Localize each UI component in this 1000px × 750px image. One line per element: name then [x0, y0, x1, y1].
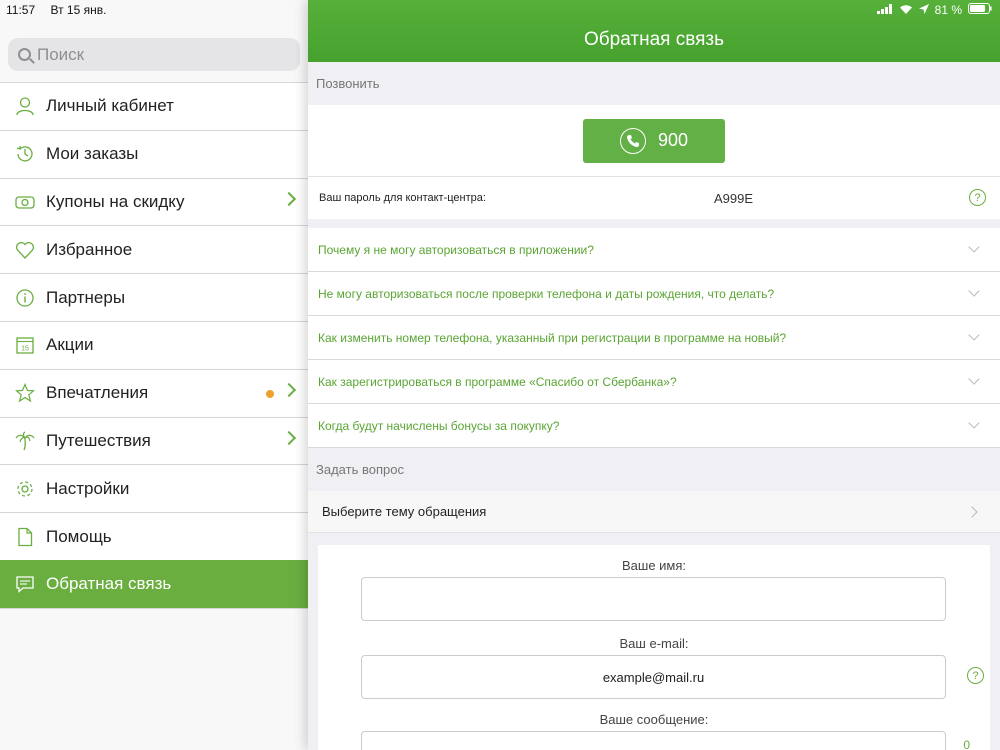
sidebar-item-label: Путешествия — [46, 430, 151, 450]
sidebar-item-label: Обратная связь — [46, 574, 172, 594]
battery-icon — [968, 3, 992, 17]
sidebar-item-travel[interactable]: Путешествия — [0, 416, 308, 465]
message-label: Ваше сообщение: — [599, 712, 709, 727]
chevron-right-icon — [281, 382, 297, 397]
faq-item[interactable]: Как зарегистрироваться в программе «Спас… — [308, 360, 1000, 404]
sidebar-item-promotions[interactable]: 15 Акции — [0, 320, 308, 369]
calendar-icon: 15 — [14, 334, 36, 356]
sidebar-item-personal-account[interactable]: Личный кабинет — [0, 82, 308, 130]
faq-question: Как зарегистрироваться в программе «Спас… — [318, 374, 677, 389]
faq-question: Как изменить номер телефона, указанный п… — [318, 330, 787, 345]
name-label: Ваше имя: — [621, 558, 687, 573]
sidebar-item-label: Купоны на скидку — [46, 191, 185, 211]
sidebar-item-label: Партнеры — [46, 287, 126, 307]
email-label: Ваш e-mail: — [619, 636, 689, 651]
user-icon — [14, 95, 36, 117]
faq-item[interactable]: Не могу авторизоваться после проверки те… — [308, 272, 1000, 316]
sidebar-item-feedback[interactable]: Обратная связь — [0, 559, 308, 608]
sidebar-item-favorites[interactable]: Избранное — [0, 225, 308, 274]
ask-section-label: Задать вопрос — [316, 462, 404, 477]
sidebar: Личный кабинет Мои заказы Купоны на скид… — [0, 0, 308, 750]
chevron-down-icon — [968, 373, 980, 385]
chevron-right-icon — [281, 191, 297, 206]
sidebar-item-label: Впечатления — [46, 383, 149, 403]
phone-icon — [619, 127, 646, 154]
faq-item[interactable]: Как изменить номер телефона, указанный п… — [308, 316, 1000, 360]
info-icon — [14, 287, 36, 309]
gear-icon — [14, 478, 36, 500]
search-bar[interactable] — [8, 38, 300, 71]
sidebar-item-impressions[interactable]: Впечатления — [0, 368, 308, 417]
password-label: Ваш пароль для контакт-центра: — [319, 192, 486, 204]
chevron-down-icon — [968, 329, 980, 341]
message-counter: 0 — [963, 738, 970, 750]
call-button[interactable]: 900 — [583, 118, 725, 163]
faq-question: Когда будут начислены бонусы за покупку? — [318, 418, 560, 433]
palm-icon — [14, 430, 36, 452]
sidebar-item-label: Избранное — [46, 239, 133, 259]
call-box: 900 — [308, 105, 1000, 177]
signal-icon — [876, 3, 893, 17]
star-icon — [14, 382, 36, 404]
password-row: Ваш пароль для контакт-центра: A999E ? — [308, 177, 1000, 219]
message-field[interactable] — [361, 731, 946, 750]
sidebar-item-partners[interactable]: Партнеры — [0, 273, 308, 321]
sidebar-item-label: Личный кабинет — [46, 96, 174, 116]
help-icon[interactable]: ? — [969, 189, 986, 206]
sidebar-item-help[interactable]: Помощь — [0, 512, 308, 560]
chevron-down-icon — [968, 241, 980, 253]
topic-select[interactable]: Выберите тему обращения — [308, 491, 1000, 533]
status-time: 11:57 — [6, 3, 36, 17]
chevron-right-icon — [966, 506, 978, 518]
location-icon — [918, 3, 929, 17]
status-bar-left: 11:57 Вт 15 янв. — [6, 3, 118, 17]
chevron-right-icon — [281, 430, 297, 445]
call-section-label: Позвонить — [316, 76, 380, 91]
page-title: Обратная связь — [584, 29, 724, 50]
sidebar-menu: Личный кабинет Мои заказы Купоны на скид… — [0, 82, 308, 609]
search-input[interactable] — [37, 44, 277, 65]
notification-dot — [266, 389, 274, 398]
sidebar-item-settings[interactable]: Настройки — [0, 464, 308, 513]
battery-percent: 81 % — [934, 3, 962, 17]
sidebar-item-label: Мои заказы — [46, 144, 139, 164]
call-number: 900 — [657, 130, 689, 150]
help-icon[interactable]: ? — [967, 667, 984, 684]
sidebar-item-coupons[interactable]: Купоны на скидку — [0, 177, 308, 226]
heart-icon — [14, 239, 36, 261]
email-field[interactable] — [361, 655, 946, 699]
sidebar-item-label: Настройки — [46, 478, 130, 498]
faq-question: Не могу авторизоваться после проверки те… — [318, 286, 775, 301]
status-date: Вт 15 янв. — [50, 3, 107, 17]
search-icon — [18, 48, 31, 61]
chevron-down-icon — [968, 417, 980, 429]
sidebar-item-label: Помощь — [46, 526, 112, 546]
calendar-day: 15 — [21, 346, 29, 353]
feedback-form: Ваше имя: Ваш e-mail: ? Ваше сообщение: … — [318, 545, 990, 750]
topic-label: Выберите тему обращения — [322, 504, 487, 519]
faq-item[interactable]: Когда будут начислены бонусы за покупку? — [308, 404, 1000, 448]
faq-question: Почему я не могу авторизоваться в прилож… — [318, 242, 594, 257]
status-bar-right: 81 % — [876, 3, 992, 17]
password-value: A999E — [714, 190, 754, 206]
history-icon — [14, 143, 36, 165]
divider — [0, 607, 308, 609]
sidebar-item-label: Акции — [46, 335, 94, 355]
name-field[interactable] — [361, 577, 946, 621]
sidebar-item-orders[interactable]: Мои заказы — [0, 129, 308, 178]
coupon-icon — [14, 191, 36, 213]
document-icon — [14, 526, 36, 548]
main-panel: Обратная связь Позвонить 900 Ваш пароль … — [308, 0, 1000, 750]
wifi-icon — [899, 3, 913, 17]
faq-item[interactable]: Почему я не могу авторизоваться в прилож… — [308, 228, 1000, 272]
chat-icon — [14, 573, 36, 595]
faq-list: Почему я не могу авторизоваться в прилож… — [308, 228, 1000, 448]
chevron-down-icon — [968, 285, 980, 297]
